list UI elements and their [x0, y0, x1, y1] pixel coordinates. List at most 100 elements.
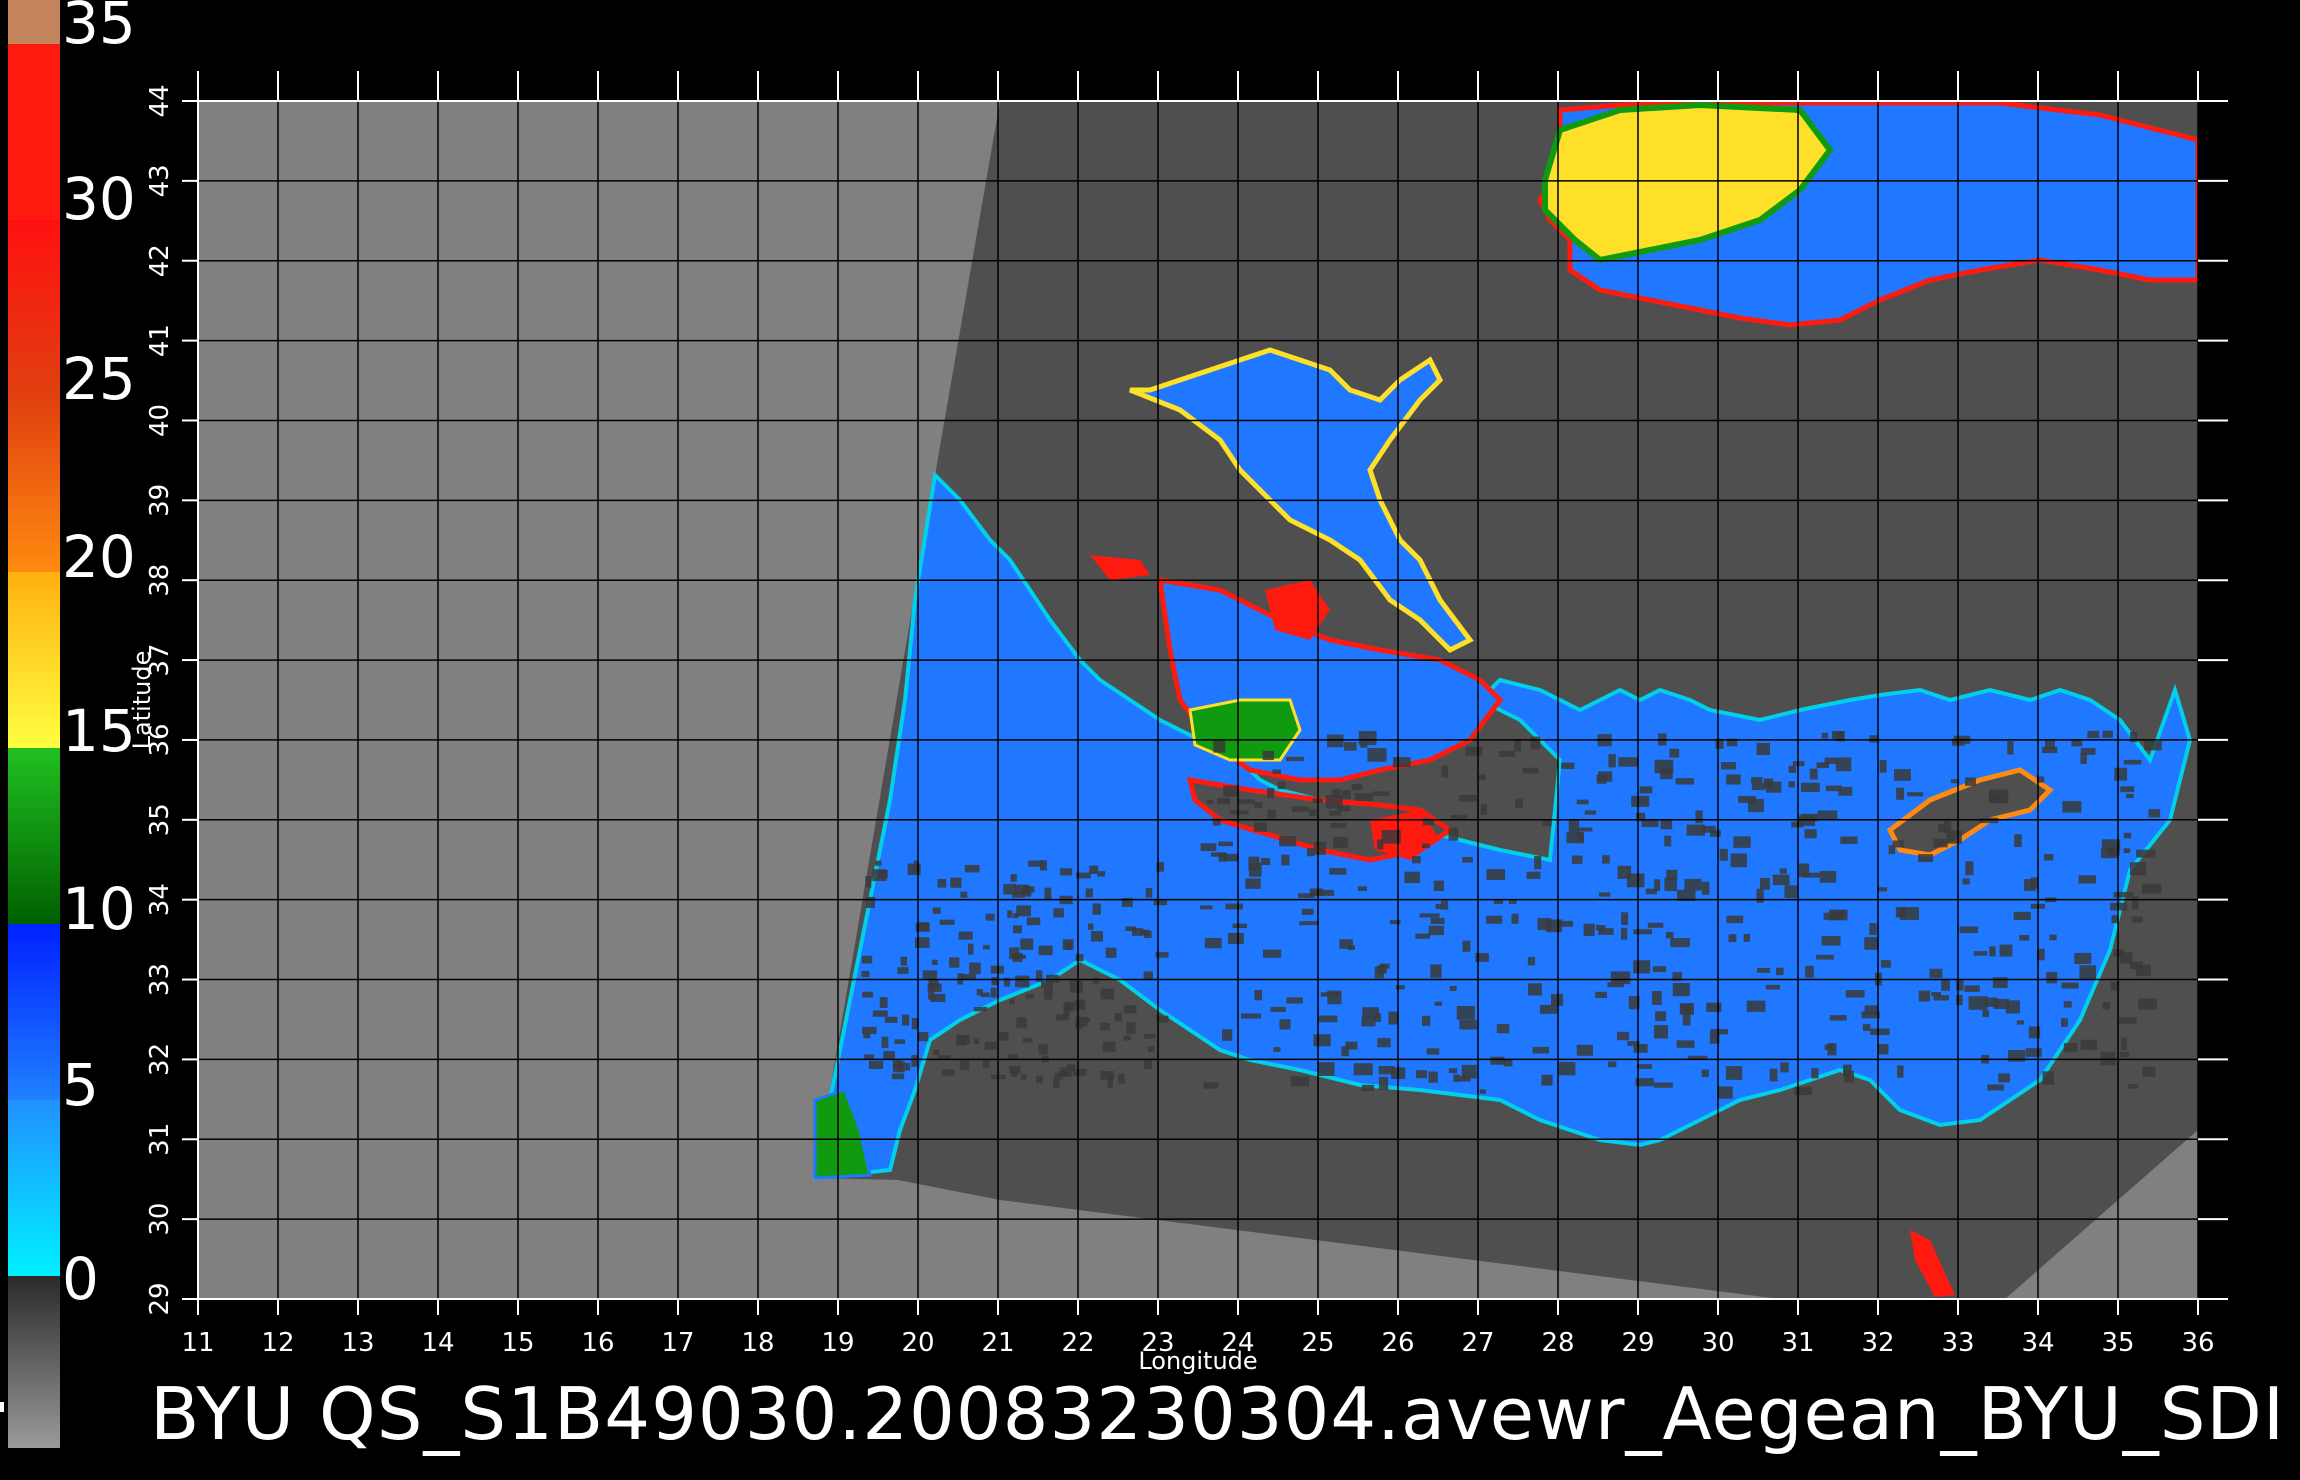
speckle: [1962, 878, 1970, 885]
speckle: [1341, 1046, 1349, 1057]
image-title: BYU QS_S1B49030.20083230304.avewr_Aegean…: [150, 1372, 2286, 1456]
speckle: [1530, 736, 1541, 750]
speckle: [881, 1036, 889, 1048]
x-tick-label: 31: [1781, 1328, 1814, 1358]
speckle: [868, 1060, 884, 1069]
speckle: [2080, 1039, 2097, 1051]
speckle: [1035, 1075, 1043, 1084]
speckle: [1388, 1011, 1398, 1025]
speckle: [949, 957, 960, 968]
x-tick-label: 20: [901, 1328, 934, 1358]
speckle: [1527, 956, 1536, 966]
edge-mark: [0, 1402, 4, 1412]
speckle: [915, 937, 930, 948]
x-tick-label: 22: [1061, 1328, 1094, 1358]
speckle: [1038, 945, 1053, 956]
speckle: [2063, 1001, 2072, 1008]
y-tick-label: 38: [145, 564, 175, 597]
speckle: [1227, 932, 1244, 944]
speckle: [1830, 911, 1845, 918]
speckle: [1260, 858, 1271, 865]
speckle: [1682, 1012, 1691, 1026]
speckle: [1843, 1070, 1855, 1083]
speckle: [1126, 1022, 1136, 1034]
green-patch-aegean: [1188, 698, 1302, 762]
speckle: [1478, 774, 1486, 781]
speckle: [1892, 840, 1904, 848]
speckle: [1999, 944, 2013, 957]
speckle: [1816, 762, 1830, 769]
x-tick-label: 13: [341, 1328, 374, 1358]
speckle: [1204, 937, 1222, 949]
speckle: [894, 1039, 906, 1045]
speckle: [1223, 785, 1240, 797]
speckle: [1772, 874, 1790, 886]
speckle: [976, 988, 983, 996]
speckle: [1956, 994, 1963, 1006]
speckle: [1522, 767, 1539, 774]
speckle: [904, 1062, 911, 1071]
speckle: [2144, 740, 2162, 751]
speckle: [1020, 1074, 1027, 1081]
speckle: [1964, 985, 1980, 992]
speckle: [1636, 1064, 1652, 1069]
speckle: [2136, 849, 2156, 858]
speckle: [2120, 786, 2135, 793]
y-tick-label: 31: [145, 1123, 175, 1156]
speckle: [1660, 820, 1673, 830]
speckle: [1456, 1005, 1475, 1020]
speckle: [2128, 1084, 2138, 1089]
speckle: [1561, 762, 1575, 769]
speckle: [2111, 915, 2119, 924]
speckle: [879, 997, 888, 1009]
speckle: [865, 876, 872, 888]
speckle: [917, 922, 930, 931]
speckle: [1621, 912, 1629, 926]
speckle: [1821, 936, 1841, 946]
speckle: [983, 1059, 990, 1068]
speckle: [1448, 1068, 1458, 1074]
speckle: [1056, 1014, 1069, 1021]
speckle: [1025, 994, 1035, 999]
speckle: [1016, 1017, 1027, 1029]
speckle: [1301, 908, 1314, 915]
speckle: [931, 959, 938, 965]
speckle: [1010, 874, 1017, 882]
speckle: [1273, 1047, 1281, 1052]
x-tick-label: 25: [1301, 1328, 1334, 1358]
speckle: [1248, 856, 1260, 871]
speckle: [1726, 915, 1744, 924]
speckle: [2142, 1066, 2156, 1077]
speckle: [1200, 843, 1217, 852]
speckle: [2007, 741, 2014, 755]
speckle: [1776, 967, 1784, 976]
speckle: [1102, 1041, 1116, 1052]
speckle: [1462, 940, 1471, 952]
speckle: [1819, 870, 1837, 883]
speckle: [1299, 921, 1319, 926]
speckle: [1490, 1056, 1505, 1065]
speckle: [1435, 903, 1443, 910]
speckle: [1262, 750, 1274, 761]
speckle: [1918, 854, 1934, 863]
speckle: [1393, 757, 1411, 768]
speckle: [1633, 929, 1653, 935]
speckle: [1245, 878, 1261, 889]
speckle: [1669, 748, 1680, 758]
speckle: [1279, 1019, 1291, 1030]
speckle: [1277, 781, 1286, 790]
speckle: [2141, 883, 2162, 894]
speckle: [1361, 1084, 1375, 1092]
speckle: [1026, 917, 1041, 926]
speckle: [1075, 1016, 1088, 1027]
speckle: [1800, 782, 1820, 793]
speckle: [1143, 1058, 1153, 1070]
speckle: [883, 1050, 896, 1060]
speckle: [1354, 793, 1373, 801]
map-plot: 11 12 13 14 15 16 17 18 19 20 21 22 23 24 25 26 27 28 29 30…: [128, 71, 2228, 1375]
speckle: [2071, 740, 2083, 747]
speckle: [1845, 990, 1865, 998]
speckle: [1279, 836, 1297, 847]
speckle: [1372, 791, 1390, 797]
speckle: [875, 860, 882, 866]
